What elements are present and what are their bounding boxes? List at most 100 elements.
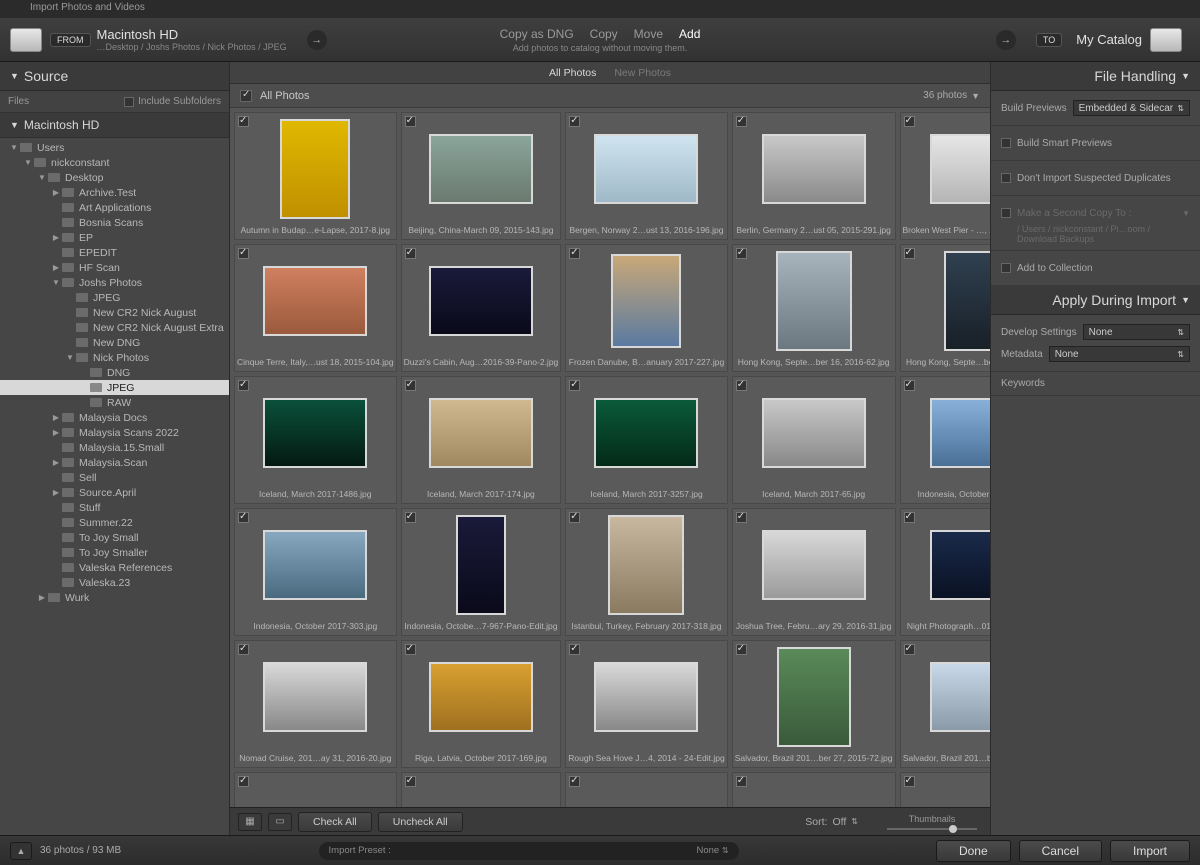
photo-thumbnail[interactable] bbox=[762, 530, 866, 600]
photo-cell[interactable]: Rough Sea Hove J…4, 2014 - 24-Edit.jpg bbox=[565, 640, 727, 768]
photo-checkbox[interactable] bbox=[238, 116, 249, 127]
folder-nick-photos[interactable]: ▼Nick Photos bbox=[0, 350, 229, 365]
build-previews-select[interactable]: Embedded & Sidecar⇅ bbox=[1073, 100, 1190, 116]
photo-thumbnail[interactable] bbox=[608, 515, 684, 615]
photo-checkbox[interactable] bbox=[736, 116, 747, 127]
photo-cell[interactable]: Iceland, March 2017-65.jpg bbox=[732, 376, 896, 504]
tab-new-photos[interactable]: New Photos bbox=[614, 67, 671, 79]
photo-checkbox[interactable] bbox=[569, 512, 580, 523]
photo-checkbox[interactable] bbox=[569, 644, 580, 655]
photo-checkbox[interactable] bbox=[405, 248, 416, 259]
uncheck-all-button[interactable]: Uncheck All bbox=[378, 812, 463, 832]
photo-thumbnail[interactable] bbox=[280, 119, 350, 219]
photo-checkbox[interactable] bbox=[405, 644, 416, 655]
photo-checkbox[interactable] bbox=[238, 512, 249, 523]
photo-thumbnail[interactable] bbox=[776, 251, 852, 351]
folder-jpeg[interactable]: JPEG bbox=[0, 380, 229, 395]
photo-cell[interactable]: Frozen Danube, B…anuary 2017-227.jpg bbox=[565, 244, 727, 372]
loupe-view-icon[interactable]: ▭ bbox=[268, 813, 292, 831]
dest-arrow-button[interactable]: → bbox=[996, 30, 1016, 50]
photo-checkbox[interactable] bbox=[405, 776, 416, 787]
metadata-select[interactable]: None⇅ bbox=[1049, 346, 1190, 362]
photo-cell[interactable]: Hong Kong, Septe…ber 17, 2016-74.jpg bbox=[900, 244, 990, 372]
folder-summer-22[interactable]: Summer.22 bbox=[0, 515, 229, 530]
photo-cell[interactable]: Bergen, Norway 2…ust 13, 2016-196.jpg bbox=[565, 112, 727, 240]
no-duplicates-checkbox[interactable]: Don't Import Suspected Duplicates bbox=[1001, 167, 1190, 189]
photo-cell[interactable]: Duzzi's Cabin, Aug…2016-39-Pano-2.jpg bbox=[401, 244, 562, 372]
dest-title[interactable]: My Catalog bbox=[1076, 32, 1142, 47]
photo-cell[interactable] bbox=[234, 772, 397, 807]
photo-cell[interactable]: Salvador, Brazil 201…ber 27, 2015-72.jpg bbox=[732, 640, 896, 768]
folder-desktop[interactable]: ▼Desktop bbox=[0, 170, 229, 185]
photo-cell[interactable]: Indonesia, October 2017-1037.jpg bbox=[900, 376, 990, 504]
folder-malaysia-scans-2022[interactable]: ▶Malaysia Scans 2022 bbox=[0, 425, 229, 440]
folder-dng[interactable]: DNG bbox=[0, 365, 229, 380]
thumbnail-size-slider[interactable] bbox=[887, 828, 977, 830]
photo-cell[interactable]: Night Photograph…016-136-Pano-2.jpg bbox=[900, 508, 990, 636]
photo-cell[interactable]: Berlin, Germany 2…ust 05, 2015-291.jpg bbox=[732, 112, 896, 240]
photo-thumbnail[interactable] bbox=[263, 530, 367, 600]
folder-to-joy-small[interactable]: To Joy Small bbox=[0, 530, 229, 545]
folder-new-dng[interactable]: New DNG bbox=[0, 335, 229, 350]
folder-malaysia-15-small[interactable]: Malaysia.15.Small bbox=[0, 440, 229, 455]
photo-cell[interactable]: Iceland, March 2017-174.jpg bbox=[401, 376, 562, 504]
photo-thumbnail[interactable] bbox=[930, 134, 990, 204]
source-arrow-button[interactable]: → bbox=[307, 30, 327, 50]
folder-users[interactable]: ▼Users bbox=[0, 140, 229, 155]
source-root[interactable]: ▼Macintosh HD bbox=[0, 113, 229, 138]
photo-checkbox[interactable] bbox=[736, 512, 747, 523]
action-copy[interactable]: Copy bbox=[590, 27, 618, 41]
folder-valeska-23[interactable]: Valeska.23 bbox=[0, 575, 229, 590]
file-handling-header[interactable]: File Handling▼ bbox=[991, 62, 1200, 91]
photo-thumbnail[interactable] bbox=[777, 647, 851, 747]
second-copy-checkbox[interactable]: Make a Second Copy To :▼ bbox=[1001, 202, 1190, 224]
folder-nickconstant[interactable]: ▼nickconstant bbox=[0, 155, 229, 170]
photo-checkbox[interactable] bbox=[904, 248, 915, 259]
photo-checkbox[interactable] bbox=[736, 248, 747, 259]
photo-thumbnail[interactable] bbox=[762, 398, 866, 468]
grid-view-icon[interactable]: ▦ bbox=[238, 813, 262, 831]
folder-malaysia-scan[interactable]: ▶Malaysia.Scan bbox=[0, 455, 229, 470]
folder-source-april[interactable]: ▶Source.April bbox=[0, 485, 229, 500]
folder-new-cr2-nick-august[interactable]: New CR2 Nick August bbox=[0, 305, 229, 320]
photo-cell[interactable]: Autumn in Budap…e-Lapse, 2017-8.jpg bbox=[234, 112, 397, 240]
photo-thumbnail[interactable] bbox=[263, 662, 367, 732]
photo-cell[interactable]: Iceland, March 2017-1486.jpg bbox=[234, 376, 397, 504]
photo-checkbox[interactable] bbox=[569, 248, 580, 259]
folder-stuff[interactable]: Stuff bbox=[0, 500, 229, 515]
photo-cell[interactable] bbox=[401, 772, 562, 807]
chevron-down-icon[interactable]: ▼ bbox=[971, 91, 980, 101]
photo-checkbox[interactable] bbox=[238, 248, 249, 259]
photo-cell[interactable] bbox=[732, 772, 896, 807]
folder-wurk[interactable]: ▶Wurk bbox=[0, 590, 229, 605]
photo-cell[interactable]: Istanbul, Turkey, February 2017-318.jpg bbox=[565, 508, 727, 636]
source-panel-header[interactable]: ▼Source bbox=[0, 62, 229, 91]
photo-thumbnail[interactable] bbox=[429, 398, 533, 468]
photo-checkbox[interactable] bbox=[569, 116, 580, 127]
photo-cell[interactable]: Salvador, Brazil 201…ber 30, 2015-39.jpg bbox=[900, 640, 990, 768]
photo-thumbnail[interactable] bbox=[429, 662, 533, 732]
folder-art-applications[interactable]: Art Applications bbox=[0, 200, 229, 215]
folder-ep[interactable]: ▶EP bbox=[0, 230, 229, 245]
photo-cell[interactable]: Beijing, China-March 09, 2015-143.jpg bbox=[401, 112, 562, 240]
sort-value[interactable]: Off bbox=[832, 816, 846, 828]
folder-hf-scan[interactable]: ▶HF Scan bbox=[0, 260, 229, 275]
photo-cell[interactable]: Iceland, March 2017-3257.jpg bbox=[565, 376, 727, 504]
folder-jpeg[interactable]: JPEG bbox=[0, 290, 229, 305]
folder-archive-test[interactable]: ▶Archive.Test bbox=[0, 185, 229, 200]
develop-settings-select[interactable]: None⇅ bbox=[1083, 324, 1190, 340]
photo-checkbox[interactable] bbox=[736, 644, 747, 655]
photo-cell[interactable]: Joshua Tree, Febru…ary 29, 2016-31.jpg bbox=[732, 508, 896, 636]
action-add[interactable]: Add bbox=[679, 27, 700, 41]
folder-malaysia-docs[interactable]: ▶Malaysia Docs bbox=[0, 410, 229, 425]
folder-valeska-references[interactable]: Valeska References bbox=[0, 560, 229, 575]
photo-checkbox[interactable] bbox=[569, 380, 580, 391]
folder-new-cr2-nick-august-extra[interactable]: New CR2 Nick August Extra bbox=[0, 320, 229, 335]
photo-thumbnail[interactable] bbox=[429, 266, 533, 336]
folder-sell[interactable]: Sell bbox=[0, 470, 229, 485]
photo-thumbnail[interactable] bbox=[594, 134, 698, 204]
photo-cell[interactable] bbox=[900, 772, 990, 807]
smart-previews-checkbox[interactable]: Build Smart Previews bbox=[1001, 132, 1190, 154]
folder-epedit[interactable]: EPEDIT bbox=[0, 245, 229, 260]
photo-thumbnail[interactable] bbox=[611, 254, 681, 348]
